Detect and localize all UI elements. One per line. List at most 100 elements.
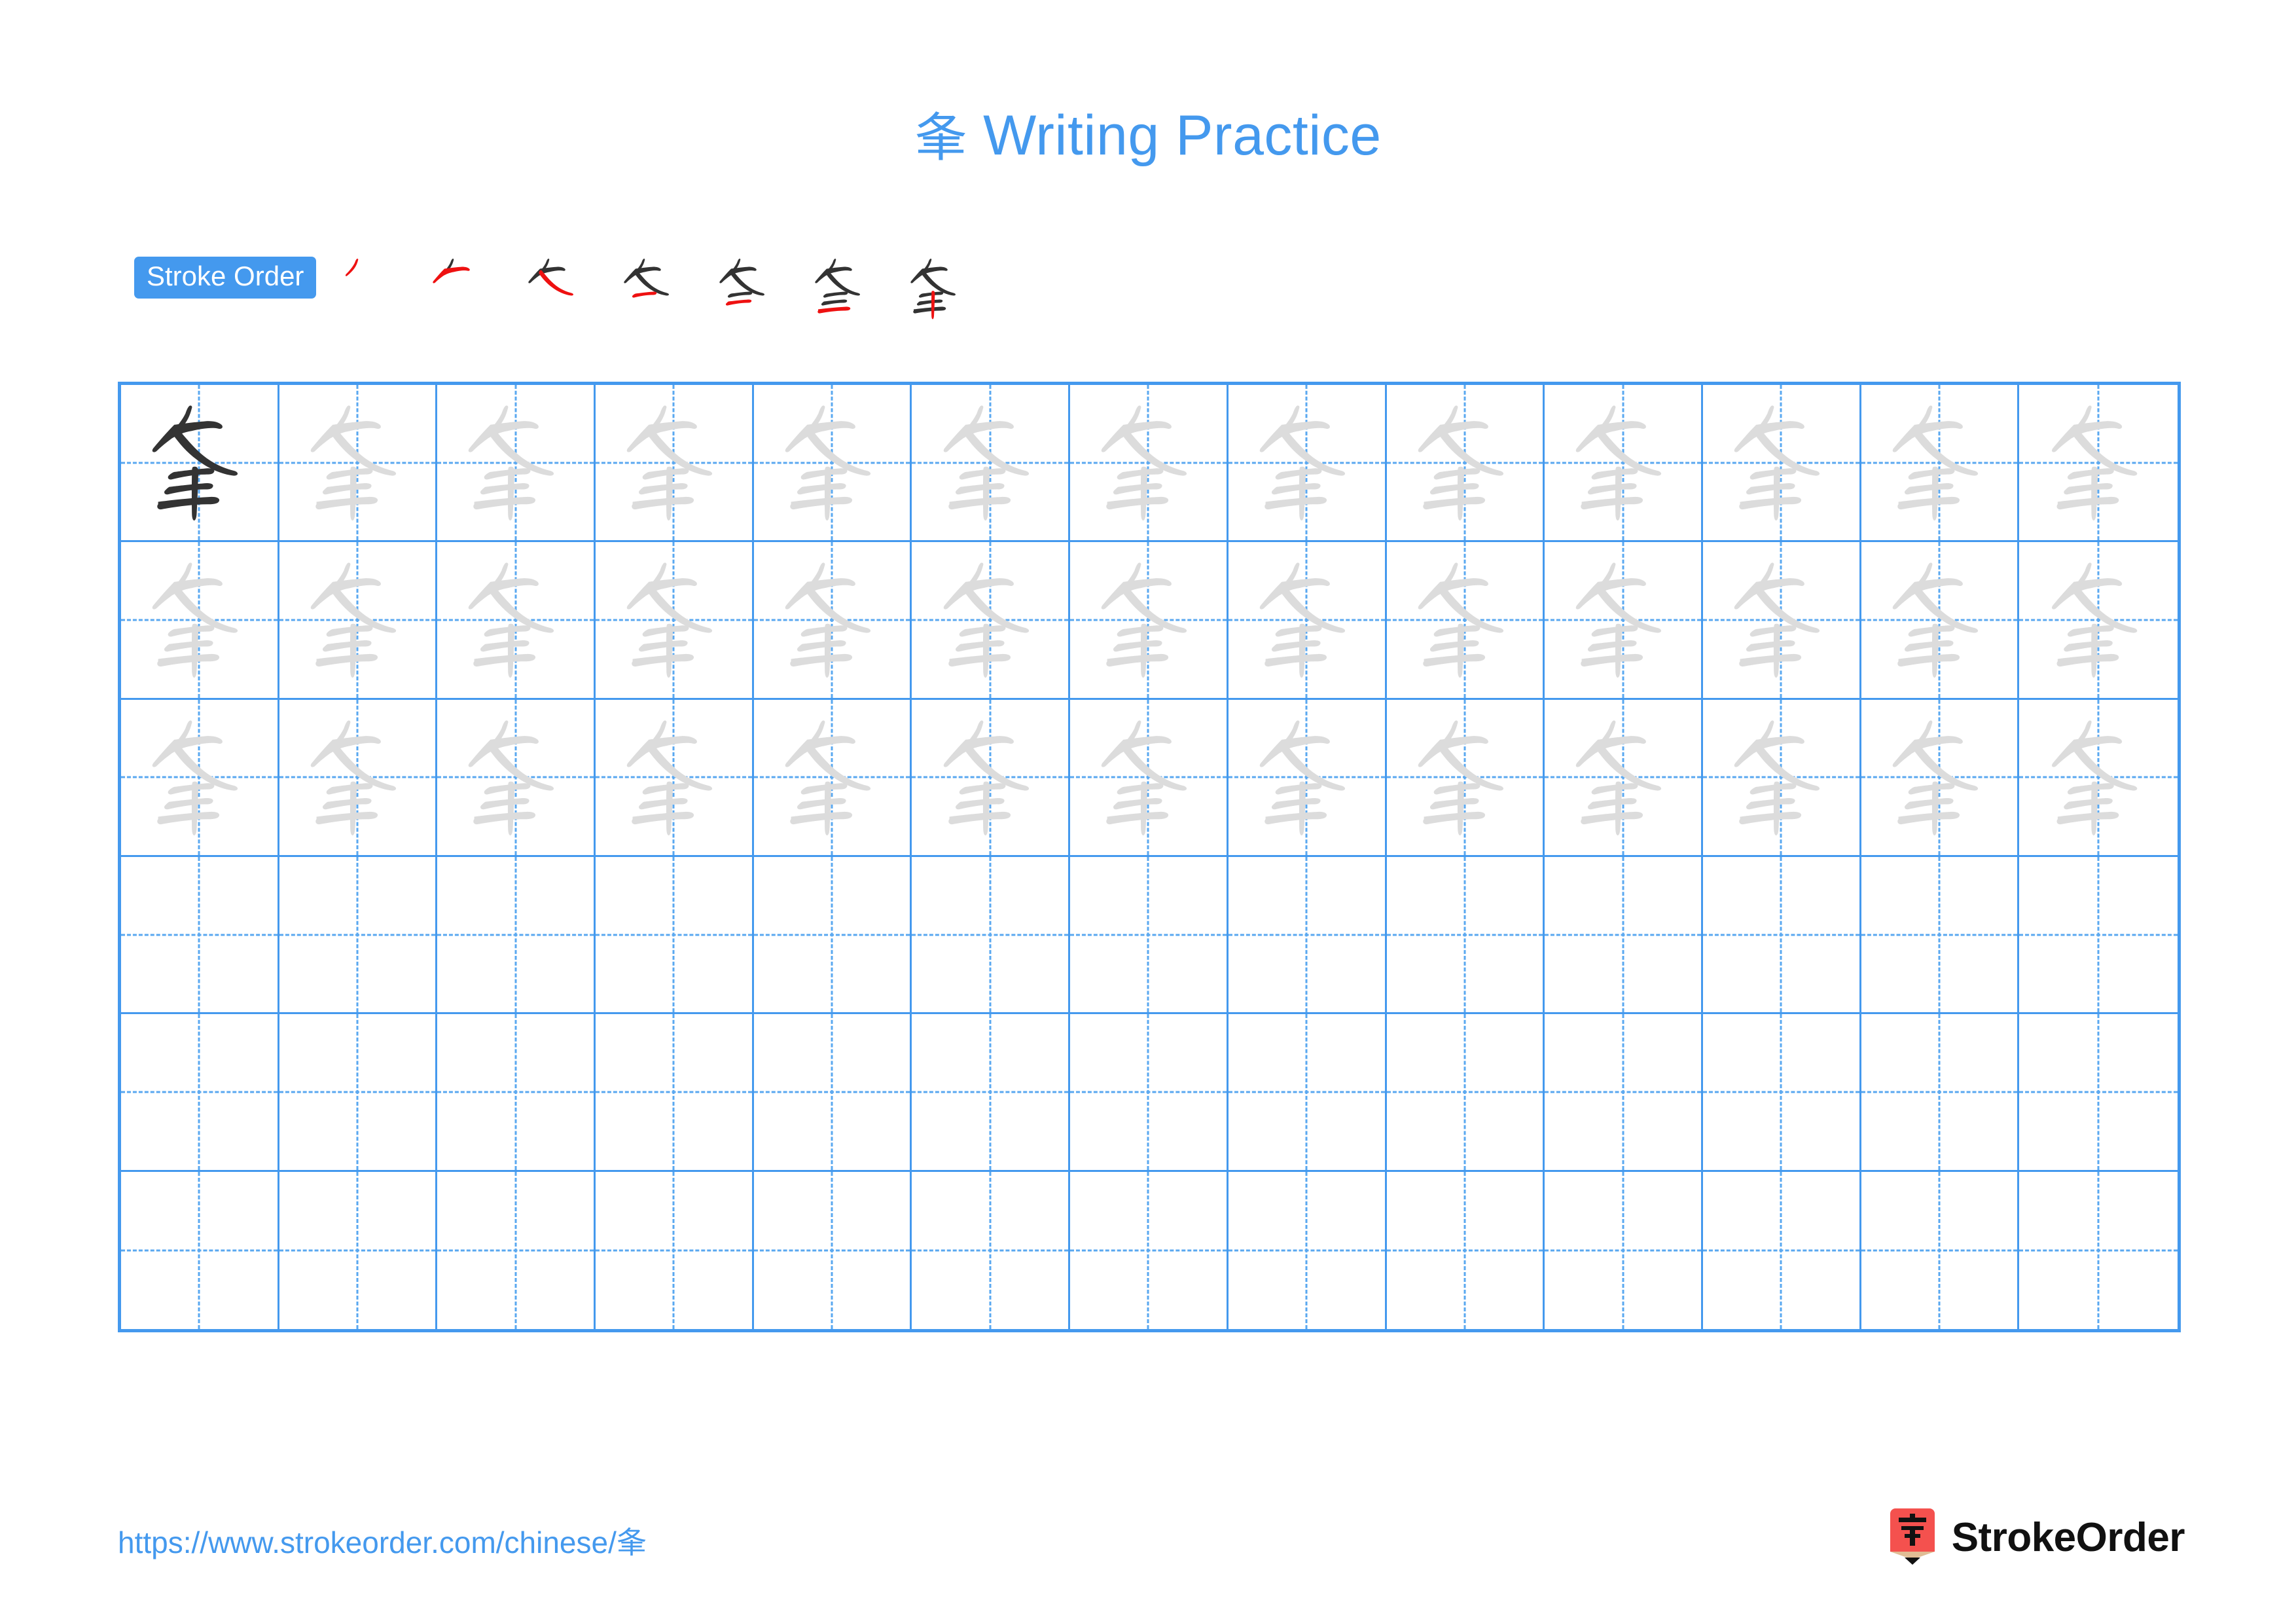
practice-cell-r4-c10[interactable] (1545, 856, 1703, 1015)
practice-cell-r3-c13[interactable] (2019, 700, 2178, 857)
practice-cell-r4-c11[interactable] (1702, 856, 1861, 1015)
practice-cell-r2-c1[interactable] (121, 542, 279, 700)
practice-cell-r6-c3[interactable] (437, 1171, 596, 1329)
practice-cell-r1-c12[interactable] (1861, 385, 2020, 543)
practice-cell-r1-c6[interactable] (912, 385, 1071, 543)
practice-cell-r1-c8[interactable] (1228, 385, 1387, 543)
practice-cell-r4-c12[interactable] (1861, 856, 2020, 1015)
practice-cell-r3-c10[interactable] (1545, 699, 1703, 857)
practice-cell-r3-c3[interactable] (437, 699, 596, 857)
practice-cell-r6-c13[interactable] (2019, 1172, 2178, 1329)
practice-cell-r6-c10[interactable] (1545, 1171, 1703, 1329)
practice-cell-r2-c7[interactable] (1070, 542, 1229, 700)
practice-cell-r4-c4[interactable] (596, 856, 754, 1015)
footer-url[interactable]: https://www.strokeorder.com/chinese/夆 (118, 1519, 647, 1562)
practice-cell-r4-c9[interactable] (1386, 856, 1545, 1015)
practice-cell-r2-c2[interactable] (279, 542, 438, 700)
practice-cell-r5-c1[interactable] (121, 1014, 279, 1172)
practice-cell-r5-c12[interactable] (1861, 1014, 2020, 1172)
practice-cell-r5-c6[interactable] (912, 1014, 1071, 1172)
stroke-order-step-3 (520, 253, 586, 325)
practice-cell-r3-c9[interactable] (1386, 699, 1545, 857)
practice-cell-r4-c3[interactable] (437, 856, 596, 1015)
practice-cell-r2-c10[interactable] (1545, 542, 1703, 700)
tracing-character (912, 385, 1068, 540)
tracing-character (1703, 385, 1859, 540)
practice-cell-r6-c9[interactable] (1387, 1171, 1545, 1329)
practice-cell-r6-c7[interactable] (1070, 1171, 1229, 1329)
tracing-character (1229, 385, 1385, 540)
practice-cell-r5-c13[interactable] (2019, 1014, 2178, 1172)
practice-cell-r1-c4[interactable] (596, 385, 754, 543)
practice-cell-r2-c4[interactable] (596, 542, 754, 700)
practice-cell-r3-c11[interactable] (1702, 699, 1861, 857)
practice-cell-r5-c11[interactable] (1702, 1014, 1861, 1172)
practice-cell-r4-c8[interactable] (1228, 856, 1387, 1015)
practice-cell-r4-c5[interactable] (753, 856, 912, 1015)
practice-cell-r5-c10[interactable] (1545, 1014, 1703, 1172)
tracing-character (279, 700, 436, 855)
practice-cell-r6-c11[interactable] (1703, 1171, 1861, 1329)
tracing-character (2019, 385, 2178, 540)
practice-cell-r6-c2[interactable] (279, 1171, 438, 1329)
practice-cell-r2-c12[interactable] (1861, 542, 2020, 700)
practice-cell-r1-c9[interactable] (1386, 385, 1545, 543)
practice-cell-r2-c3[interactable] (437, 542, 596, 700)
stroke-order-badge: Stroke Order (134, 257, 317, 299)
stroke-order-step-2 (425, 253, 490, 325)
practice-cell-r1-c3[interactable] (437, 385, 596, 543)
practice-cell-r3-c2[interactable] (279, 699, 438, 857)
practice-cell-r5-c4[interactable] (596, 1014, 754, 1172)
practice-cell-r4-c13[interactable] (2019, 857, 2178, 1015)
practice-cell-r6-c5[interactable] (754, 1171, 912, 1329)
practice-cell-r5-c5[interactable] (753, 1014, 912, 1172)
practice-cell-r4-c1[interactable] (121, 856, 279, 1015)
practice-cell-r1-c1[interactable] (121, 385, 279, 543)
practice-cell-r2-c11[interactable] (1702, 542, 1861, 700)
practice-cell-r1-c10[interactable] (1545, 385, 1703, 543)
practice-cell-r1-c2[interactable] (279, 385, 438, 543)
practice-cell-r4-c2[interactable] (279, 856, 438, 1015)
tracing-character (121, 700, 278, 855)
practice-cell-r5-c3[interactable] (437, 1014, 596, 1172)
practice-cell-r3-c5[interactable] (753, 699, 912, 857)
practice-cell-r2-c6[interactable] (912, 542, 1071, 700)
tracing-character (1703, 542, 1859, 697)
practice-cell-r5-c7[interactable] (1070, 1014, 1229, 1172)
practice-cell-r2-c8[interactable] (1228, 542, 1387, 700)
tracing-character (1861, 385, 2018, 540)
tracing-character (1545, 385, 1701, 540)
tracing-character (912, 700, 1068, 855)
practice-cell-r2-c9[interactable] (1386, 542, 1545, 700)
strokeorder-logo-icon (1888, 1508, 1937, 1566)
practice-cell-r6-c6[interactable] (912, 1171, 1071, 1329)
practice-cell-r3-c6[interactable] (912, 699, 1071, 857)
practice-cell-r4-c6[interactable] (912, 856, 1071, 1015)
footer-brand: StrokeOrder (1888, 1508, 2185, 1567)
practice-cell-r3-c4[interactable] (596, 699, 754, 857)
practice-cell-r1-c13[interactable] (2019, 385, 2178, 543)
tracing-character (596, 542, 752, 697)
page-title-character: 夆 (914, 107, 967, 168)
practice-cell-r1-c11[interactable] (1702, 385, 1861, 543)
practice-cell-r3-c7[interactable] (1070, 699, 1229, 857)
practice-cell-r1-c5[interactable] (753, 385, 912, 543)
practice-cell-r1-c7[interactable] (1070, 385, 1229, 543)
practice-cell-r5-c8[interactable] (1228, 1014, 1387, 1172)
tracing-character (1387, 542, 1543, 697)
practice-cell-r6-c4[interactable] (596, 1171, 754, 1329)
practice-cell-r3-c1[interactable] (121, 699, 279, 857)
practice-cell-r6-c12[interactable] (1861, 1171, 2020, 1329)
practice-cell-r6-c1[interactable] (121, 1171, 279, 1329)
practice-cell-r3-c8[interactable] (1228, 699, 1387, 857)
tracing-character (1070, 385, 1227, 540)
tracing-character (1861, 542, 2018, 697)
practice-cell-r2-c13[interactable] (2019, 542, 2178, 700)
practice-cell-r3-c12[interactable] (1861, 699, 2020, 857)
practice-cell-r5-c2[interactable] (279, 1014, 438, 1172)
practice-cell-r5-c9[interactable] (1386, 1014, 1545, 1172)
practice-cell-r6-c8[interactable] (1229, 1171, 1387, 1329)
practice-cell-r2-c5[interactable] (753, 542, 912, 700)
stroke-order-section: Stroke Order (134, 253, 998, 331)
practice-cell-r4-c7[interactable] (1070, 856, 1229, 1015)
